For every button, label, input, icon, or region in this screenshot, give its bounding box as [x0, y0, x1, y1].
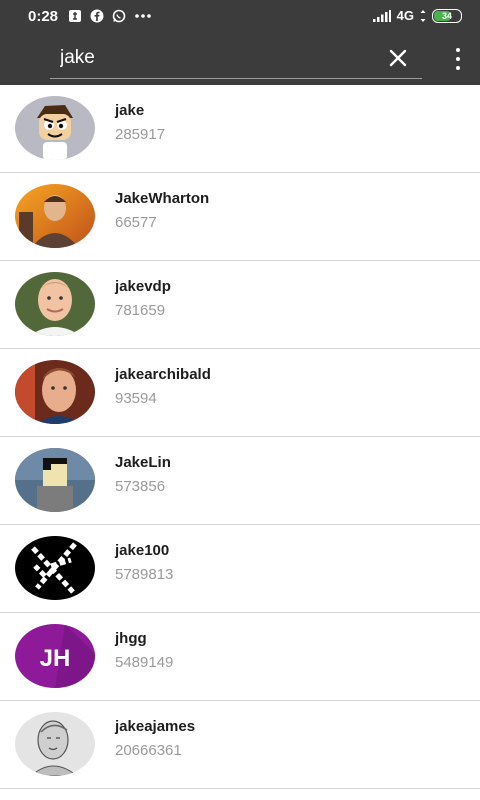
more-notifications-icon: [135, 14, 151, 18]
signal-icon: [372, 9, 391, 22]
username: JakeLin: [115, 454, 171, 471]
list-item[interactable]: JakeWharton 66577: [0, 173, 480, 261]
list-item[interactable]: jake100 5789813: [0, 525, 480, 613]
username: jakevdp: [115, 278, 171, 295]
user-id: 93594: [115, 390, 157, 407]
list-item[interactable]: jakearchibald 93594: [0, 349, 480, 437]
user-id: 285917: [115, 126, 166, 143]
list-item[interactable]: jakevdp 781659: [0, 261, 480, 349]
user-id: 5789813: [115, 566, 174, 583]
user-id: 5489149: [115, 654, 174, 671]
whatsapp-icon: [112, 9, 126, 23]
usb-icon: [69, 10, 81, 22]
username: jake100: [115, 542, 170, 559]
list-item[interactable]: jakeajames 20666361: [0, 701, 480, 789]
avatar: [15, 536, 95, 600]
avatar: [15, 96, 95, 160]
more-vert-icon[interactable]: [454, 48, 462, 70]
search-input[interactable]: [58, 46, 362, 70]
status-time: 0:28: [28, 8, 59, 25]
avatar: [15, 360, 95, 424]
battery-level: 34: [441, 10, 452, 21]
close-icon[interactable]: [386, 46, 410, 70]
user-list: jake 285917 JakeWharton 66577 jakevdp 78…: [0, 85, 480, 789]
status-right: 4G 34: [372, 8, 462, 23]
avatar: [15, 712, 95, 776]
avatar: [15, 184, 95, 248]
avatar: JH: [15, 624, 95, 688]
user-id: 573856: [115, 478, 166, 495]
user-id: 781659: [115, 302, 166, 319]
avatar-initials: JH: [40, 645, 71, 672]
username: jakeajames: [115, 718, 196, 735]
avatar: [15, 272, 95, 336]
user-id: 20666361: [115, 742, 182, 759]
user-id: 66577: [115, 214, 157, 231]
status-notification-icons: [68, 9, 152, 23]
username: jhgg: [115, 630, 147, 647]
facebook-icon: [90, 9, 104, 23]
network-type: 4G: [396, 8, 414, 23]
list-item[interactable]: JakeLin 573856: [0, 437, 480, 525]
search-field: [50, 42, 422, 79]
list-item[interactable]: jake 285917: [0, 85, 480, 173]
status-bar: 0:28 4G 34: [0, 0, 480, 32]
username: jakearchibald: [115, 366, 211, 383]
username: JakeWharton: [115, 190, 210, 207]
list-item[interactable]: JH jhgg 5489149: [0, 613, 480, 701]
search-toolbar: [0, 32, 480, 85]
avatar: [15, 448, 95, 512]
username: jake: [115, 102, 145, 119]
battery-icon: 34: [432, 8, 462, 23]
data-arrows-icon: [420, 9, 426, 22]
